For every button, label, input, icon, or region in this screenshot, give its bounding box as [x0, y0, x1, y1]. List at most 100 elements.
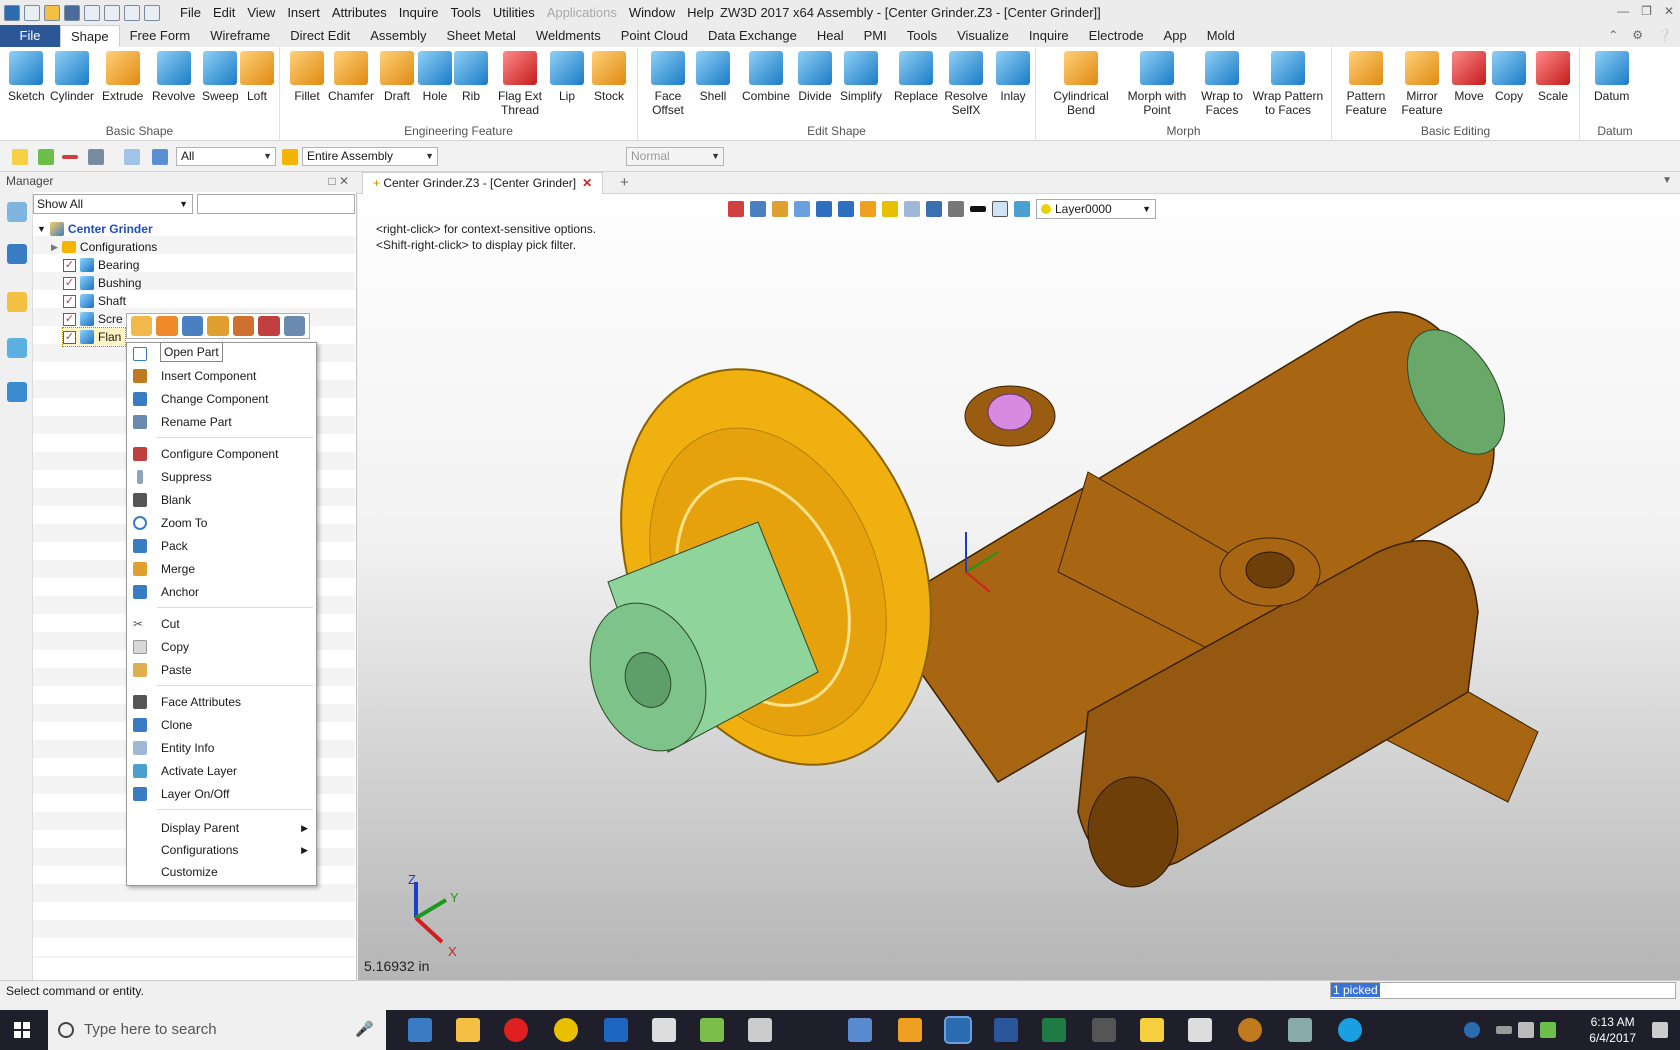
visibility-checkbox[interactable]: ✓	[63, 312, 76, 326]
tab-weldments[interactable]: Weldments	[526, 25, 611, 47]
menu-item-paste[interactable]: Paste	[127, 659, 316, 681]
menu-item-suppress[interactable]: Suppress	[127, 466, 316, 488]
visibility-checkbox[interactable]: ✓	[63, 330, 76, 344]
collapse-ribbon-icon[interactable]: ⌃	[1608, 28, 1618, 42]
tree-root[interactable]: ▼ Center Grinder	[37, 220, 153, 238]
redo-icon[interactable]	[124, 4, 140, 21]
filter-combo[interactable]: All ▼	[176, 147, 276, 166]
screw-head[interactable]	[987, 393, 1033, 431]
tab-sheet-metal[interactable]: Sheet Metal	[437, 25, 526, 47]
undo-icon[interactable]	[104, 4, 120, 21]
taskbar-search[interactable]: Type here to search 🎤	[48, 1010, 386, 1050]
lower-bore[interactable]	[1087, 776, 1179, 888]
print-icon[interactable]	[84, 4, 100, 21]
delete-icon[interactable]	[258, 316, 280, 336]
chart-icon[interactable]	[152, 149, 168, 165]
parts-icon[interactable]	[7, 292, 27, 312]
tab-shape[interactable]: Shape	[60, 25, 120, 47]
lip-button[interactable]: Lip	[550, 51, 584, 103]
menu-item-clone[interactable]: Clone	[127, 714, 316, 736]
tab-assembly[interactable]: Assembly	[360, 25, 436, 47]
app-icon[interactable]	[1188, 1018, 1212, 1042]
tree-item-part[interactable]: ✓ Scre	[63, 310, 123, 328]
tab-tools[interactable]: Tools	[897, 25, 947, 47]
tab-file[interactable]: File	[0, 25, 60, 47]
cylinder-button[interactable]: Cylinder	[50, 51, 94, 103]
tab-heal[interactable]: Heal	[807, 25, 854, 47]
close-icon[interactable]: ✕	[1664, 4, 1674, 18]
menu-item-insert-component[interactable]: Insert Component	[127, 365, 316, 387]
network-icon[interactable]	[1540, 1022, 1556, 1038]
show-all-dropdown[interactable]: Show All ▼	[33, 194, 193, 214]
image-app-icon[interactable]	[700, 1018, 724, 1042]
microphone-icon[interactable]: 🎤	[355, 1010, 374, 1050]
save-icon[interactable]	[64, 4, 80, 21]
properties-icon[interactable]	[283, 316, 305, 336]
visibility-checkbox[interactable]: ✓	[63, 294, 76, 308]
menu-attributes[interactable]: Attributes	[326, 5, 393, 20]
tab-inquire[interactable]: Inquire	[1019, 25, 1079, 47]
edit-part-icon[interactable]	[131, 316, 153, 336]
extrude-button[interactable]: Extrude	[102, 51, 143, 103]
minimize-icon[interactable]: —	[1617, 4, 1629, 18]
menu-applications[interactable]: Applications	[541, 5, 623, 20]
tree-item-configurations[interactable]: ▶ Configurations	[51, 238, 157, 256]
assembly-tree-icon[interactable]	[7, 244, 27, 264]
app-logo-icon[interactable]	[4, 4, 20, 21]
menu-file[interactable]: File	[174, 5, 207, 20]
menu-help[interactable]: Help	[681, 5, 720, 20]
menu-item-rename-part[interactable]: Rename Part	[127, 411, 316, 433]
flag-ext-thread-button[interactable]: Flag Ext Thread	[492, 51, 548, 117]
new-file-icon[interactable]	[24, 4, 40, 21]
tree-item-part[interactable]: ✓ Shaft	[63, 292, 126, 310]
tree-item-part[interactable]: ✓ Bearing	[63, 256, 139, 274]
remove-icon[interactable]	[62, 155, 78, 159]
menu-item-change-component[interactable]: Change Component	[127, 388, 316, 410]
replace-button[interactable]: Replace	[894, 51, 938, 103]
chrome-icon[interactable]	[554, 1018, 578, 1042]
expand-icon[interactable]: ▶	[51, 238, 58, 256]
app-icon[interactable]	[848, 1018, 872, 1042]
menu-item-customize[interactable]: Customize	[127, 861, 316, 883]
tab-mold[interactable]: Mold	[1197, 25, 1245, 47]
resolve-selfx-button[interactable]: Resolve SelfX	[944, 51, 988, 117]
skype-icon[interactable]	[1338, 1018, 1362, 1042]
tab-point-cloud[interactable]: Point Cloud	[611, 25, 698, 47]
select-icon[interactable]	[144, 4, 160, 21]
taskbar-clock[interactable]: 6:13 AM 6/4/2017	[1589, 1014, 1636, 1046]
opera-icon[interactable]	[504, 1018, 528, 1042]
move-part-icon[interactable]	[207, 316, 229, 336]
app-icon[interactable]	[748, 1018, 772, 1042]
tab-pmi[interactable]: PMI	[854, 25, 897, 47]
wrap-to-faces-button[interactable]: Wrap to Faces	[1196, 51, 1248, 117]
revolve-button[interactable]: Revolve	[152, 51, 195, 103]
add-icon[interactable]	[38, 149, 54, 165]
tab-data-exchange[interactable]: Data Exchange	[698, 25, 807, 47]
hole-button[interactable]: Hole	[418, 51, 452, 103]
wrap-pattern-button[interactable]: Wrap Pattern to Faces	[1250, 51, 1326, 117]
divide-button[interactable]: Divide	[798, 51, 832, 103]
loft-button[interactable]: Loft	[240, 51, 274, 103]
tab-wireframe[interactable]: Wireframe	[200, 25, 280, 47]
menu-edit[interactable]: Edit	[207, 5, 241, 20]
mode-combo[interactable]: Normal ▼	[626, 147, 724, 166]
windows-start-icon[interactable]	[14, 1022, 30, 1038]
chamfer-button[interactable]: Chamfer	[328, 51, 374, 103]
history-icon[interactable]	[7, 202, 27, 222]
zw3d-icon[interactable]	[944, 1016, 972, 1044]
scope-combo[interactable]: Entire Assembly ▼	[302, 147, 438, 166]
shape-icon[interactable]	[124, 149, 140, 165]
sweep-button[interactable]: Sweep	[202, 51, 239, 103]
close-icon[interactable]: □ ✕	[328, 174, 349, 188]
menu-item-pack[interactable]: Pack	[127, 535, 316, 557]
cylindrical-bend-button[interactable]: Cylindrical Bend	[1050, 51, 1112, 117]
user-icon[interactable]	[7, 382, 27, 402]
shell-button[interactable]: Shell	[696, 51, 730, 103]
open-part-icon[interactable]	[156, 316, 178, 336]
settings-gear-icon[interactable]: ⚙	[1632, 28, 1643, 42]
file-explorer-icon[interactable]	[456, 1018, 480, 1042]
mirror-feature-button[interactable]: Mirror Feature	[1398, 51, 1446, 117]
restore-icon[interactable]: ❐	[1641, 4, 1652, 18]
scale-button[interactable]: Scale	[1536, 51, 1570, 103]
menu-item-blank[interactable]: Blank	[127, 489, 316, 511]
